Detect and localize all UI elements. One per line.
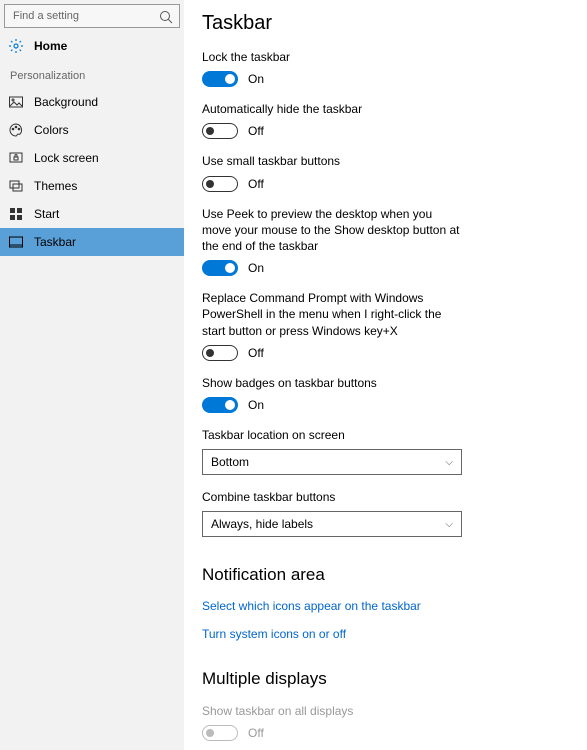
sidebar-item-taskbar[interactable]: Taskbar [0,228,184,256]
page-title: Taskbar [202,12,559,35]
sidebar-item-label: Themes [34,179,77,193]
themes-icon [8,178,24,194]
toggle-state: On [248,398,264,412]
search-box [4,4,180,28]
setting-label: Show taskbar on all displays [202,703,462,719]
section-notification: Notification area [202,565,559,585]
section-multiple: Multiple displays [202,669,559,689]
taskbar-icon [8,234,24,250]
sidebar-item-themes[interactable]: Themes [0,172,184,200]
setting-lock: Lock the taskbar On [202,49,559,87]
lock-icon [8,150,24,166]
sidebar-item-colors[interactable]: Colors [0,116,184,144]
gear-icon [8,38,24,54]
toggle-show-all [202,725,238,741]
sidebar-item-background[interactable]: Background [0,88,184,116]
toggle-peek[interactable] [202,260,238,276]
setting-location: Taskbar location on screen Bottom ⌵ [202,427,559,475]
content-area: Taskbar Lock the taskbar On Automaticall… [184,0,587,750]
search-input[interactable] [4,4,180,28]
setting-label: Automatically hide the taskbar [202,101,462,117]
setting-label: Use Peek to preview the desktop when you… [202,206,462,255]
sidebar-item-label: Taskbar [34,235,76,249]
setting-label: Lock the taskbar [202,49,462,65]
toggle-state: Off [248,346,264,360]
sidebar-item-label: Start [34,207,59,221]
toggle-badges[interactable] [202,397,238,413]
select-value: Bottom [211,455,249,469]
nav-home[interactable]: Home [0,32,184,60]
setting-label: Combine taskbar buttons [202,489,462,505]
toggle-lock[interactable] [202,71,238,87]
setting-autohide: Automatically hide the taskbar Off [202,101,559,139]
toggle-state: On [248,72,264,86]
chevron-down-icon: ⌵ [445,457,453,468]
sidebar-item-start[interactable]: Start [0,200,184,228]
toggle-state: Off [248,726,264,740]
toggle-state: On [248,261,264,275]
select-location[interactable]: Bottom ⌵ [202,449,462,475]
setting-label: Taskbar location on screen [202,427,462,443]
sidebar: Home Personalization Background Colors L… [0,0,184,750]
sidebar-item-label: Colors [34,123,69,137]
sidebar-item-lockscreen[interactable]: Lock screen [0,144,184,172]
setting-label: Show badges on taskbar buttons [202,375,462,391]
chevron-down-icon: ⌵ [445,519,453,530]
start-icon [8,206,24,222]
setting-label: Use small taskbar buttons [202,153,462,169]
link-select-icons[interactable]: Select which icons appear on the taskbar [202,599,559,613]
palette-icon [8,122,24,138]
setting-label: Replace Command Prompt with Windows Powe… [202,290,462,339]
setting-combine: Combine taskbar buttons Always, hide lab… [202,489,559,537]
toggle-state: Off [248,124,264,138]
setting-peek: Use Peek to preview the desktop when you… [202,206,559,277]
nav-home-label: Home [34,39,67,53]
setting-show-all: Show taskbar on all displays Off [202,703,559,741]
toggle-powershell[interactable] [202,345,238,361]
select-value: Always, hide labels [211,517,313,531]
image-icon [8,94,24,110]
link-system-icons[interactable]: Turn system icons on or off [202,627,559,641]
category-label: Personalization [0,62,184,88]
toggle-autohide[interactable] [202,123,238,139]
select-combine[interactable]: Always, hide labels ⌵ [202,511,462,537]
setting-badges: Show badges on taskbar buttons On [202,375,559,413]
setting-small: Use small taskbar buttons Off [202,153,559,191]
setting-powershell: Replace Command Prompt with Windows Powe… [202,290,559,361]
toggle-small[interactable] [202,176,238,192]
sidebar-item-label: Lock screen [34,151,99,165]
sidebar-item-label: Background [34,95,98,109]
toggle-state: Off [248,177,264,191]
